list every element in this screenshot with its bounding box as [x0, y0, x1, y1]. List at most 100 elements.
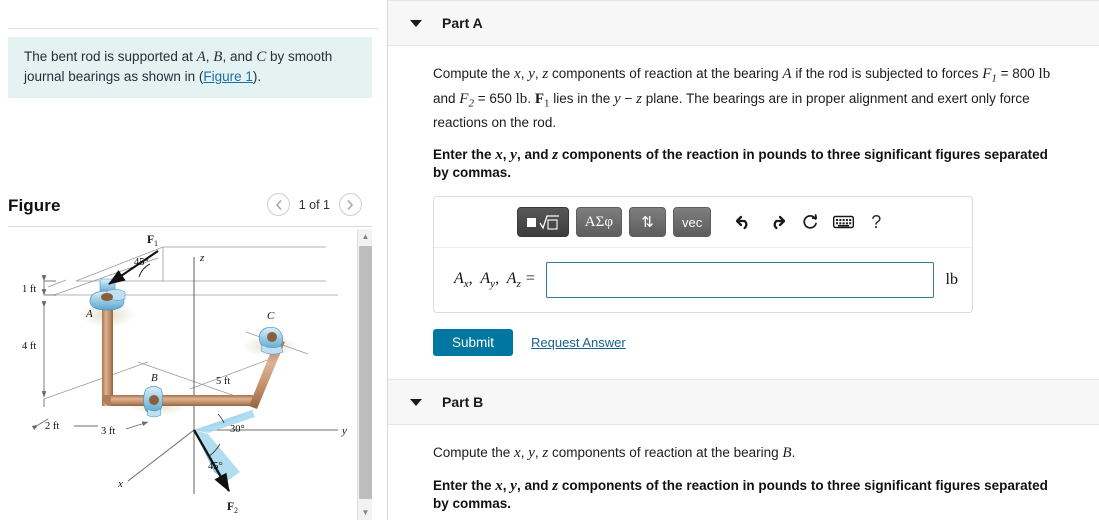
figure-header: Figure 1 of 1 — [8, 193, 372, 225]
point-c-label: C — [256, 49, 267, 65]
ia-c2: , and — [516, 147, 553, 163]
part-a-body: Compute the x, y, z components of reacti… — [388, 46, 1099, 357]
qb-t2: components of reaction at the bearing — [548, 445, 783, 461]
problem-statement: The bent rod is supported at A, B, and C… — [8, 37, 372, 98]
answer-entry-box: ΑΣφ ⇅ vec ? Ax, Ay, Az = lb — [433, 196, 973, 314]
scrollbar-down-button[interactable]: ▼ — [358, 505, 372, 520]
dim-1ft-label: 1 ft — [22, 284, 36, 295]
qa-plane-y: y — [614, 90, 621, 107]
dim-3ft-label: 3 ft — [101, 426, 115, 437]
bearing-a — [89, 278, 126, 311]
qb-t1: Compute the — [433, 445, 515, 461]
part-a-question: Compute the x, y, z components of reacti… — [433, 64, 1058, 132]
qa-t4: = 800 — [996, 66, 1039, 81]
request-answer-link[interactable]: Request Answer — [531, 335, 626, 350]
dim-4ft-label: 4 ft — [22, 341, 36, 352]
bearing-c-label: C — [267, 310, 275, 322]
qa-t1: Compute the — [433, 66, 515, 81]
qa-dash: − — [620, 90, 637, 106]
point-a-label: A — [196, 49, 206, 65]
ib-x: x — [495, 478, 503, 495]
figure-viewport: z y x A B C 45° F1 F2 30° 45° 1 ft 4 ft … — [8, 229, 372, 520]
qa-unit-1: lb — [1038, 66, 1051, 82]
lbl-az: z — [516, 278, 521, 291]
ia-x: x — [495, 147, 503, 164]
qa-bearing-a: A — [782, 66, 792, 82]
part-b-label: Part B — [442, 394, 484, 411]
left-panel: The bent rod is supported at A, B, and C… — [0, 0, 388, 520]
greek-symbols-button[interactable]: ΑΣφ — [575, 207, 622, 238]
submit-button[interactable]: Submit — [433, 329, 514, 357]
ib-t1: Enter the — [433, 478, 496, 494]
qa-t5: and — [433, 90, 460, 106]
reset-circular-arrow-icon[interactable] — [797, 209, 823, 235]
chevron-left-icon — [275, 199, 282, 210]
z-axis-label: z — [199, 252, 205, 264]
part-a-actions: Submit Request Answer — [433, 329, 1085, 357]
caret-down-icon[interactable] — [410, 19, 422, 27]
figure-scrollbar[interactable]: ▲ ▼ — [357, 229, 372, 520]
bearing-c — [258, 326, 284, 355]
problem-page: The bent rod is supported at A, B, and C… — [0, 0, 1099, 520]
part-a-label: Part A — [442, 15, 483, 31]
updown-arrows-button[interactable]: ⇅ — [629, 207, 666, 238]
ia-t1: Enter the — [433, 147, 496, 163]
answer-field-row: Ax, Ay, Az = lb — [434, 248, 972, 299]
figure-next-button[interactable] — [339, 193, 362, 216]
answer-field-label: Ax, Ay, Az = — [454, 270, 536, 291]
undo-arrow-icon[interactable] — [731, 209, 757, 235]
scrollbar-thumb[interactable] — [359, 246, 372, 499]
figure-divider — [8, 226, 372, 227]
qb-var-y: y — [528, 445, 535, 462]
chevron-right-icon — [347, 199, 354, 210]
part-b-section: Part B Compute the x, y, z components of… — [388, 379, 1099, 520]
bearing-a-label: A — [85, 308, 93, 320]
qb-bearing-b: B — [782, 445, 792, 462]
lbl-ay: y — [490, 278, 496, 291]
figure-counter: 1 of 1 — [298, 197, 330, 212]
dimension-lines — [41, 275, 56, 407]
part-b-header[interactable]: Part B — [388, 379, 1099, 426]
lbl-a1: A — [454, 270, 464, 288]
y-axis-label: y — [341, 425, 347, 437]
part-b-question: Compute the x, y, z components of reacti… — [433, 443, 1058, 463]
dim-2ft-label: 2 ft — [45, 421, 59, 432]
figure-pager: 1 of 1 — [266, 193, 362, 216]
ib-c2: , and — [516, 478, 553, 494]
answer-input[interactable] — [545, 262, 934, 299]
dim-5ft-label: 5 ft — [216, 376, 230, 387]
part-a-instruction: Enter the x, y, and z components of the … — [433, 146, 1058, 182]
scrollbar-up-button[interactable]: ▲ — [358, 229, 372, 244]
plane-45deg — [194, 430, 240, 484]
math-template-icon[interactable] — [516, 207, 569, 238]
qb-t3: . — [791, 445, 796, 461]
construction-lines — [43, 246, 338, 405]
qa-t3: if the rod is subjected to forces — [791, 66, 983, 81]
figure-1-link[interactable]: Figure 1 — [203, 69, 253, 84]
redo-arrow-icon[interactable] — [764, 209, 790, 235]
ia-y: y — [510, 147, 517, 164]
part-b-instruction: Enter the x, y, and z components of the … — [433, 477, 1058, 513]
rod-horizontal — [111, 395, 253, 406]
x-axis — [127, 429, 195, 482]
part-a-header[interactable]: Part A — [388, 0, 1099, 46]
angle-45-bottom-label: 45° — [208, 461, 223, 472]
lbl-a2: A — [480, 270, 491, 288]
sep-2: , and — [222, 49, 257, 64]
figure-prev-button[interactable] — [266, 193, 290, 216]
qa-var-y: y — [528, 66, 535, 82]
help-button[interactable]: ? — [863, 209, 889, 235]
bearing-b-label: B — [151, 372, 158, 384]
qa-f1-bold: F — [534, 90, 544, 107]
caret-down-icon[interactable] — [410, 398, 422, 406]
answer-unit-label: lb — [945, 271, 958, 289]
force-f1-label: F1 — [147, 234, 158, 248]
angle-45-top-label: 45° — [134, 257, 149, 268]
vector-button[interactable]: vec — [673, 207, 712, 238]
qb-var-x: x — [514, 445, 521, 462]
keyboard-icon[interactable] — [830, 209, 856, 235]
qa-var-x: x — [514, 66, 521, 82]
statement-text-1: The bent rod is supported at — [24, 49, 197, 64]
ib-y: y — [510, 478, 517, 495]
lbl-a3: A — [506, 270, 517, 288]
